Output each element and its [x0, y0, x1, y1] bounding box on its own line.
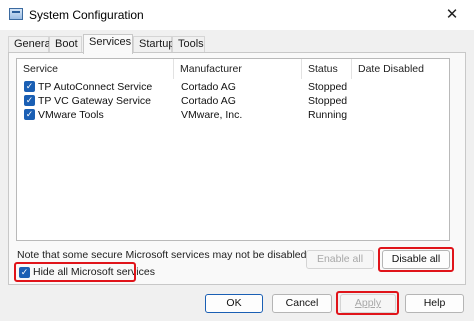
ok-button[interactable]: OK — [205, 294, 263, 313]
close-icon[interactable]: ✕ — [430, 0, 474, 30]
tab-tools[interactable]: Tools — [172, 36, 205, 53]
enable-all-button[interactable]: Enable all — [306, 250, 374, 269]
column-header-manufacturer[interactable]: Manufacturer — [174, 59, 302, 79]
table-row[interactable]: ✓ TP VC Gateway Service Cortado AG Stopp… — [17, 94, 449, 108]
column-header-date-disabled[interactable]: Date Disabled — [352, 59, 449, 79]
tab-services[interactable]: Services — [83, 34, 133, 54]
tab-startup[interactable]: Startup — [133, 36, 174, 53]
service-name: TP VC Gateway Service — [38, 95, 152, 107]
secure-services-note: Note that some secure Microsoft services… — [17, 249, 310, 261]
column-header-status[interactable]: Status — [302, 59, 352, 79]
service-manufacturer: VMware, Inc. — [181, 109, 243, 121]
column-header-service[interactable]: Service — [17, 59, 174, 79]
system-configuration-icon — [9, 8, 23, 20]
service-status: Running — [308, 109, 348, 121]
checkmark-icon[interactable]: ✓ — [24, 95, 35, 106]
service-manufacturer: Cortado AG — [181, 81, 236, 93]
table-row[interactable]: ✓ VMware Tools VMware, Inc. Running — [17, 108, 449, 122]
disable-all-highlight — [378, 247, 454, 272]
hide-microsoft-highlight — [14, 262, 136, 282]
tab-boot[interactable]: Boot — [49, 36, 82, 53]
service-status: Stopped — [308, 95, 348, 107]
service-name: VMware Tools — [38, 109, 104, 121]
tab-general[interactable]: General — [8, 36, 53, 53]
service-name: TP AutoConnect Service — [38, 81, 153, 93]
table-row[interactable]: ✓ TP AutoConnect Service Cortado AG Stop… — [17, 80, 449, 94]
services-list[interactable]: Service Manufacturer Status Date Disable… — [16, 58, 450, 241]
help-button[interactable]: Help — [405, 294, 464, 313]
checkmark-icon[interactable]: ✓ — [24, 81, 35, 92]
service-manufacturer: Cortado AG — [181, 95, 236, 107]
list-header: Service Manufacturer Status Date Disable… — [17, 59, 449, 79]
service-status: Stopped — [308, 81, 348, 93]
window-title: System Configuration — [29, 8, 144, 22]
checkmark-icon[interactable]: ✓ — [24, 109, 35, 120]
cancel-button[interactable]: Cancel — [272, 294, 332, 313]
title-bar: System Configuration ✕ — [0, 0, 474, 30]
apply-highlight — [336, 291, 399, 315]
